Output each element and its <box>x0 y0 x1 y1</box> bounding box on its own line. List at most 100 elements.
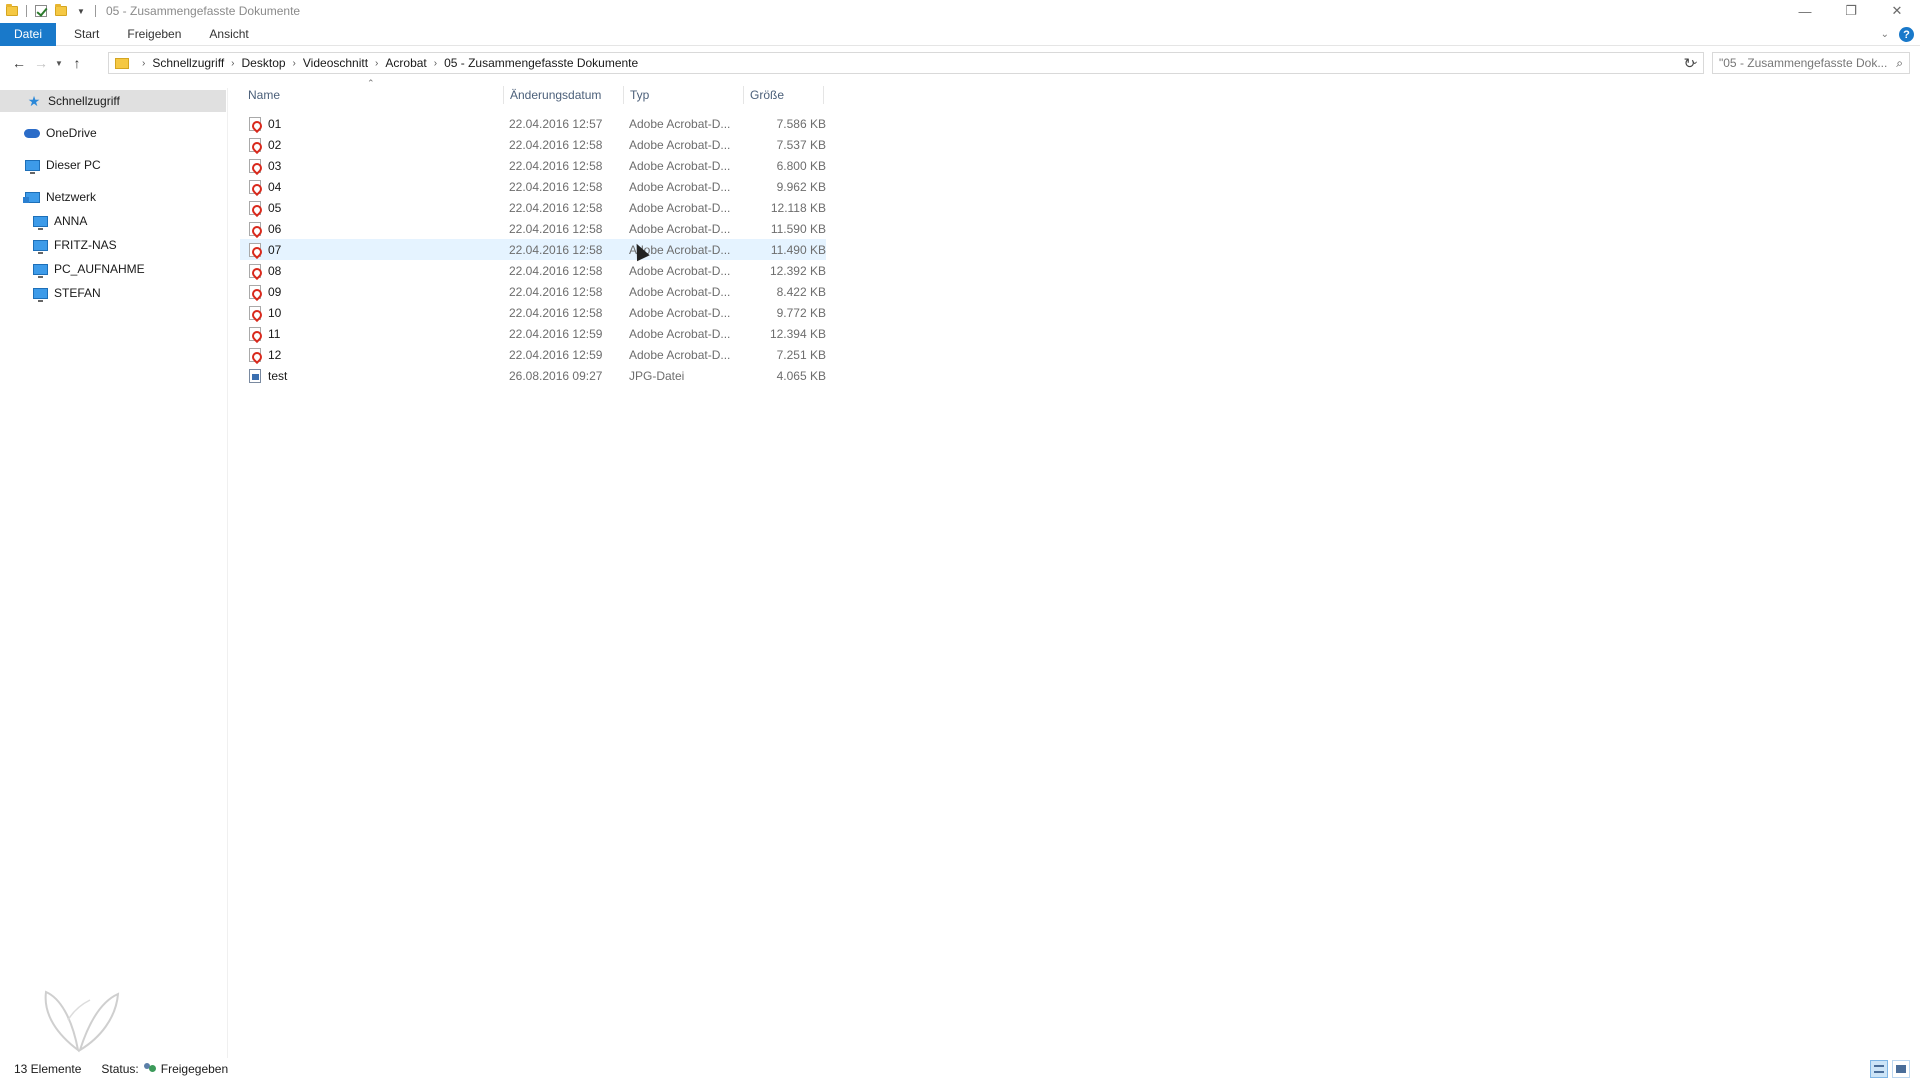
table-row[interactable]: 10 22.04.2016 12:58 Adobe Acrobat-D... 9.77… <box>240 302 826 323</box>
chevron-right-icon[interactable]: › <box>288 58 301 69</box>
file-size: 4.065 KB <box>776 368 826 383</box>
close-button[interactable]: ✕ <box>1874 0 1920 22</box>
star-icon: ★ <box>27 92 41 109</box>
large-icons-view-icon <box>1896 1065 1906 1073</box>
breadcrumb-schnellzugriff[interactable]: Schnellzugriff <box>150 56 226 70</box>
pdf-icon <box>248 263 262 278</box>
sidebar-item-schnellzugriff[interactable]: ★ Schnellzugriff <box>0 90 226 112</box>
tab-start[interactable]: Start <box>60 23 113 46</box>
expand-ribbon-icon[interactable]: ⌄ <box>1881 29 1889 40</box>
new-folder-icon[interactable] <box>54 4 68 18</box>
maximize-button[interactable]: ❐ <box>1828 0 1874 22</box>
file-name-cell[interactable]: 11 <box>248 323 280 344</box>
folder-icon <box>5 4 19 18</box>
breadcrumb-videoschnitt[interactable]: Videoschnitt <box>301 56 370 70</box>
up-arrow-icon[interactable]: ↑ <box>66 52 88 74</box>
sidebar-item-pc-aufnahme[interactable]: PC_AUFNAHME <box>0 258 145 280</box>
file-name-cell[interactable]: 04 <box>248 176 281 197</box>
sidebar-item-onedrive[interactable]: OneDrive <box>0 122 97 144</box>
sidebar-item-fritz-nas[interactable]: FRITZ-NAS <box>0 234 117 256</box>
file-name-cell[interactable]: test <box>248 365 287 386</box>
details-view-button[interactable] <box>1870 1060 1888 1078</box>
table-row[interactable]: 02 22.04.2016 12:58 Adobe Acrobat-D... 7.53… <box>240 134 826 155</box>
table-row[interactable]: 04 22.04.2016 12:58 Adobe Acrobat-D... 9.96… <box>240 176 826 197</box>
table-row[interactable]: 07 22.04.2016 12:58 Adobe Acrobat-D... 11.4… <box>240 239 826 260</box>
table-row[interactable]: 03 22.04.2016 12:58 Adobe Acrobat-D... 6.80… <box>240 155 826 176</box>
ribbon-right: ⌄ ? <box>1881 23 1914 46</box>
sidebar-item-dieser-pc[interactable]: Dieser PC <box>0 154 101 176</box>
sidebar-item-label: Netzwerk <box>46 190 97 204</box>
window-title: 05 - Zusammengefasste Dokumente <box>106 4 301 18</box>
sidebar-item-label: ANNA <box>54 214 88 228</box>
file-name-cell[interactable]: 07 <box>248 239 281 260</box>
table-row[interactable]: 09 22.04.2016 12:58 Adobe Acrobat-D... 8.42… <box>240 281 826 302</box>
file-type: Adobe Acrobat-D... <box>629 284 731 299</box>
sidebar-item-label: STEFAN <box>54 286 101 300</box>
chevron-right-icon[interactable]: › <box>370 58 383 69</box>
file-size: 9.772 KB <box>776 305 826 320</box>
quick-access-toolbar: ▼ <box>0 0 100 22</box>
sidebar-item-label: Dieser PC <box>46 158 101 172</box>
file-name-cell[interactable]: 03 <box>248 155 281 176</box>
tab-freigeben[interactable]: Freigeben <box>113 23 195 46</box>
breadcrumb-current-folder[interactable]: 05 - Zusammengefasste Dokumente <box>442 56 640 70</box>
large-icons-view-button[interactable] <box>1892 1060 1910 1078</box>
view-switcher <box>1870 1060 1910 1078</box>
table-row[interactable]: 08 22.04.2016 12:58 Adobe Acrobat-D... 12.3… <box>240 260 826 281</box>
file-name-cell[interactable]: 08 <box>248 260 281 281</box>
breadcrumb-acrobat[interactable]: Acrobat <box>383 56 428 70</box>
file-name: 04 <box>268 179 282 194</box>
properties-icon[interactable] <box>34 4 48 18</box>
customize-toolbar-icon[interactable]: ▼ <box>74 4 88 18</box>
tab-ansicht[interactable]: Ansicht <box>195 23 262 46</box>
sidebar-item-netzwerk[interactable]: Netzwerk <box>0 186 96 208</box>
file-name-cell[interactable]: 05 <box>248 197 281 218</box>
file-size: 7.537 KB <box>776 137 826 152</box>
file-name-cell[interactable]: 01 <box>248 113 281 134</box>
minimize-button[interactable]: — <box>1782 0 1828 22</box>
chevron-right-icon[interactable]: › <box>226 58 239 69</box>
file-name-cell[interactable]: 10 <box>248 302 281 323</box>
file-name: 08 <box>268 263 282 278</box>
column-header-size[interactable]: Größe <box>744 86 824 104</box>
file-type: Adobe Acrobat-D... <box>629 347 731 362</box>
file-name-cell[interactable]: 12 <box>248 344 281 365</box>
file-name: 01 <box>268 116 282 131</box>
column-header-date[interactable]: Änderungsdatum <box>504 86 624 104</box>
breadcrumb-desktop[interactable]: Desktop <box>240 56 288 70</box>
navigation-pane: ★ Schnellzugriff OneDrive Dieser PC Netz… <box>0 88 228 1058</box>
help-icon[interactable]: ? <box>1899 27 1914 42</box>
table-row[interactable]: 11 22.04.2016 12:59 Adobe Acrobat-D... 12.3… <box>240 323 826 344</box>
file-name-cell[interactable]: 09 <box>248 281 281 302</box>
table-row[interactable]: 12 22.04.2016 12:59 Adobe Acrobat-D... 7.25… <box>240 344 826 365</box>
file-date: 22.04.2016 12:59 <box>509 326 603 341</box>
butterfly-logo-icon <box>44 990 120 1053</box>
refresh-icon[interactable]: ↻ <box>1676 52 1704 74</box>
title-bar: ▼ 05 - Zusammengefasste Dokumente — ❐ ✕ <box>0 0 1920 22</box>
search-icon[interactable]: ⌕ <box>1896 56 1903 71</box>
recent-locations-chevron-icon[interactable]: ▼ <box>52 52 66 74</box>
forward-arrow-icon[interactable]: → <box>30 52 52 74</box>
tab-datei[interactable]: Datei <box>0 22 57 46</box>
table-row[interactable]: 05 22.04.2016 12:58 Adobe Acrobat-D... 12.1… <box>240 197 826 218</box>
column-header-type[interactable]: Typ <box>624 86 744 104</box>
file-name-cell[interactable]: 06 <box>248 218 281 239</box>
sidebar-item-label: FRITZ-NAS <box>54 238 117 252</box>
ribbon-tabs: Datei Start Freigeben Ansicht ⌄ ? <box>0 22 1920 46</box>
search-input[interactable]: "05 - Zusammengefasste Dok... ⌕ <box>1712 52 1910 74</box>
sidebar-item-stefan[interactable]: STEFAN <box>0 282 101 304</box>
file-date: 22.04.2016 12:59 <box>509 347 603 362</box>
table-row[interactable]: 06 22.04.2016 12:58 Adobe Acrobat-D... 11.5… <box>240 218 826 239</box>
table-row[interactable]: test 26.08.2016 09:27 JPG-Datei 4.065 KB <box>240 365 826 386</box>
sidebar-item-anna[interactable]: ANNA <box>0 210 87 232</box>
chevron-right-icon[interactable]: › <box>137 58 150 69</box>
table-row[interactable]: 01 22.04.2016 12:57 Adobe Acrobat-D... 7.58… <box>240 113 826 134</box>
column-header-name[interactable]: Name <box>242 86 504 104</box>
computer-icon <box>32 286 48 302</box>
address-bar[interactable]: › Schnellzugriff › Desktop › Videoschnit… <box>108 52 1704 74</box>
pdf-icon <box>248 158 262 173</box>
chevron-right-icon[interactable]: › <box>429 58 442 69</box>
back-arrow-icon[interactable]: ← <box>8 52 30 74</box>
file-name-cell[interactable]: 02 <box>248 134 281 155</box>
file-date: 22.04.2016 12:58 <box>509 305 603 320</box>
